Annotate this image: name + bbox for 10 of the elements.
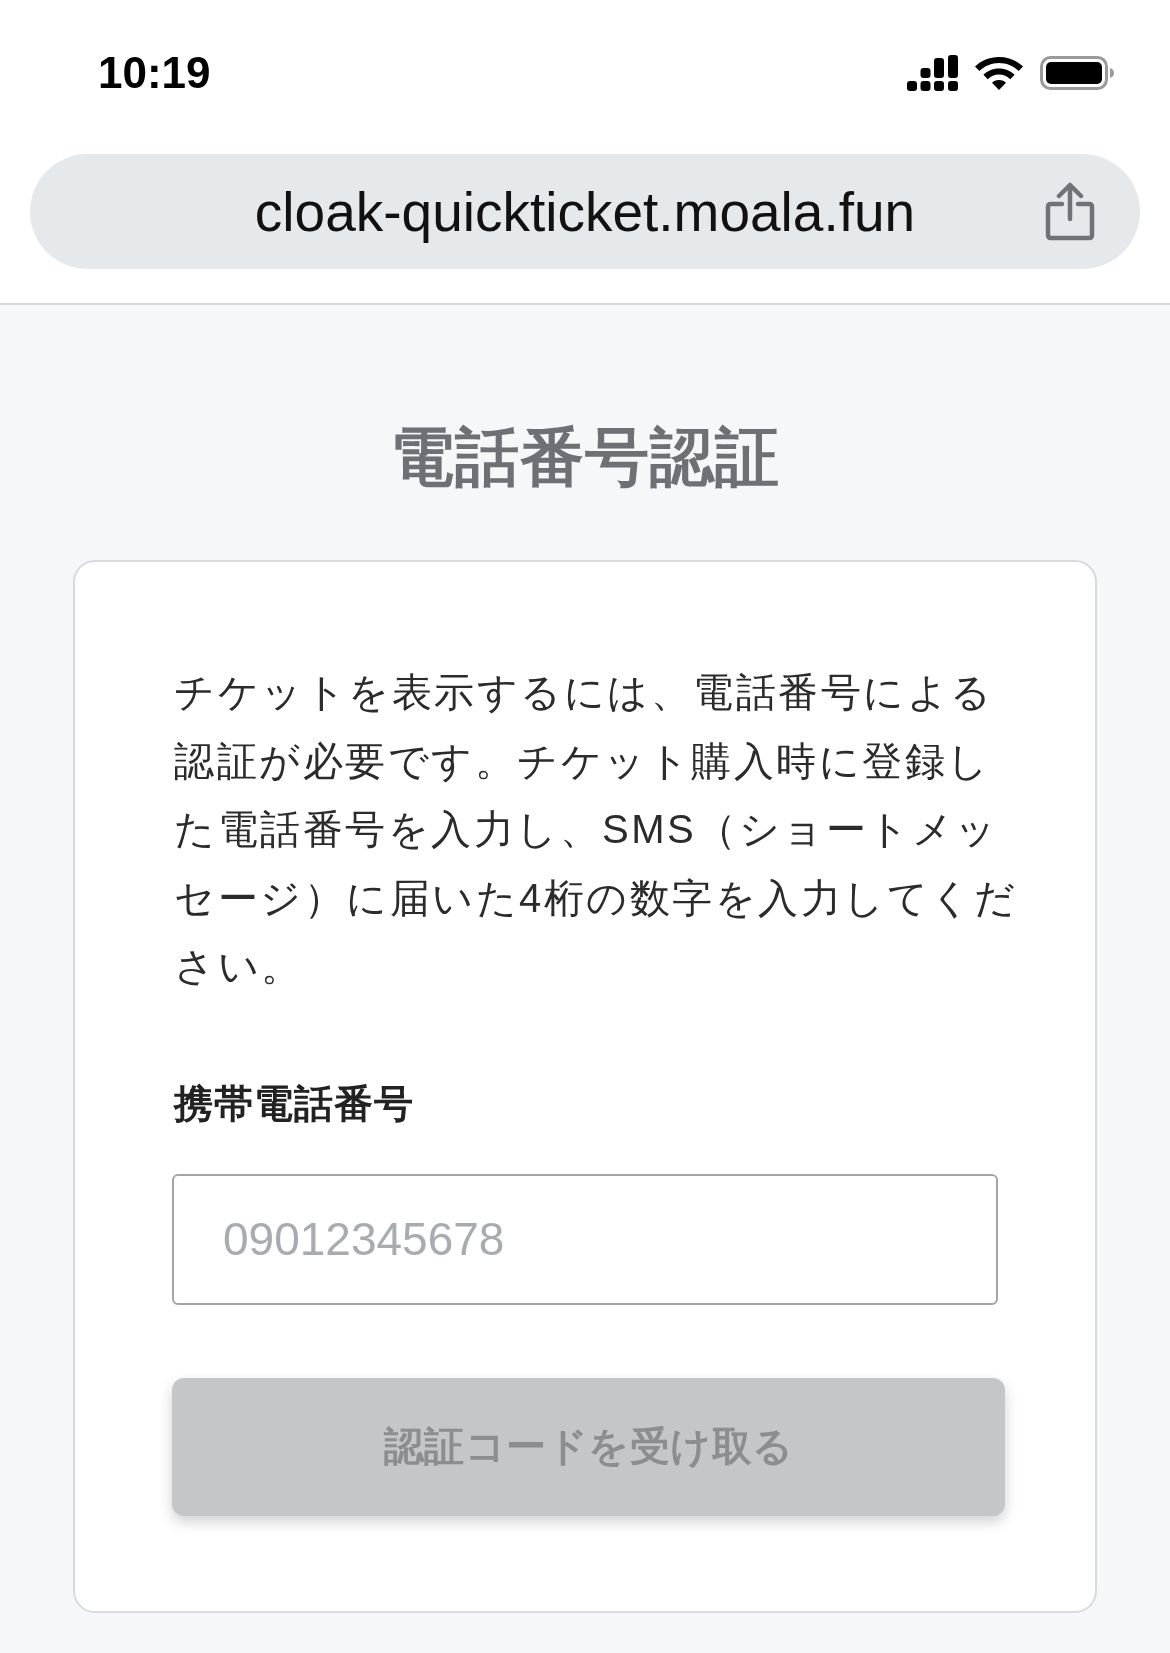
- phone-input[interactable]: 09012345678: [172, 1173, 998, 1305]
- phone-field-label: 携帯電話番号: [174, 1080, 414, 1127]
- status-time: 10:19: [98, 51, 211, 95]
- wifi-icon: [975, 56, 1023, 90]
- address-bar[interactable]: cloak-quickticket.moala.fun: [30, 154, 1140, 269]
- battery-icon: [1040, 56, 1114, 90]
- signal-icon: [907, 55, 958, 91]
- description-text: チケットを表示するには、電話番号による認証が必要です。チケット購入時に登録した電話番号を入力し、SMS（ショートメッセージ）に届いた4桁の数字を入力してください。: [174, 669, 1019, 990]
- share-icon[interactable]: [1045, 182, 1095, 241]
- page-title: 電話番号認証: [390, 420, 780, 495]
